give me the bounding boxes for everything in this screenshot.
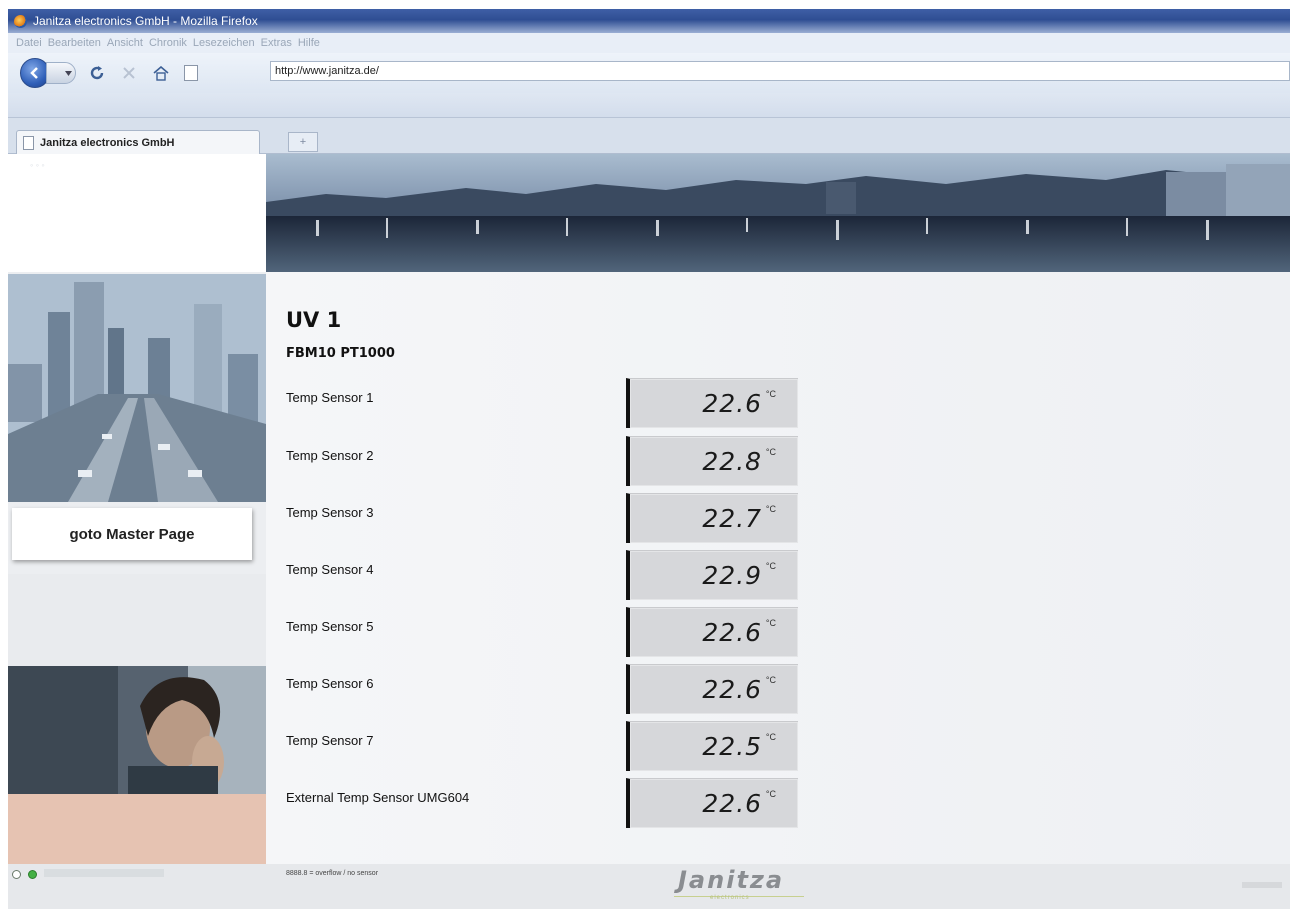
tab-strip: Janitza electronics GmbH + (8, 118, 1290, 154)
sensor-display: 22.6 °C (626, 778, 798, 828)
menu-item-view[interactable]: Ansicht (107, 37, 143, 49)
menu-item-edit[interactable]: Bearbeiten (48, 37, 101, 49)
sensor-display: 22.6 °C (626, 664, 798, 714)
sensor-unit: °C (765, 732, 776, 742)
sensor-value: 22.6 (702, 675, 762, 704)
tab-label: Janitza electronics GmbH (40, 136, 175, 149)
sensor-value: 22.9 (702, 561, 762, 590)
status-bar-left (8, 864, 266, 909)
home-icon (153, 65, 169, 81)
page-subtitle: FBM10 PT1000 (286, 346, 395, 361)
sensor-label: External Temp Sensor UMG604 (286, 790, 470, 805)
sensor-unit: °C (765, 447, 776, 457)
menu-item-tools[interactable]: Extras (261, 37, 292, 49)
bookmarks-toolbar (8, 93, 1290, 118)
overflow-footnote: 8888.8 = overflow / no sensor (286, 870, 379, 877)
left-spacer (8, 574, 266, 666)
sensor-unit: °C (765, 561, 776, 571)
navigation-toolbar: http://www.janitza.de/ (8, 53, 1290, 93)
home-button[interactable] (150, 62, 172, 84)
sensor-value: 22.6 (702, 618, 762, 647)
sensor-unit: °C (765, 675, 776, 685)
sensor-label: Temp Sensor 3 (286, 505, 374, 520)
harbor-night-illustration (266, 154, 1290, 272)
sensor-label: Temp Sensor 4 (286, 562, 374, 577)
stop-button[interactable] (118, 62, 140, 84)
arrow-left-icon (30, 67, 38, 79)
sensor-label: Temp Sensor 6 (286, 676, 374, 691)
sensor-row: Temp Sensor 5 22.6 °C (286, 607, 806, 659)
sensor-unit: °C (765, 389, 776, 399)
sensor-label: Temp Sensor 2 (286, 448, 374, 463)
sensor-value: 22.7 (702, 504, 762, 533)
sensor-value: 22.8 (702, 447, 762, 476)
logo-subtext: electronics (710, 895, 750, 901)
sensor-label: Temp Sensor 7 (286, 733, 374, 748)
sensor-display: 22.9 °C (626, 550, 798, 600)
sensor-unit: °C (765, 618, 776, 628)
sensor-row: Temp Sensor 4 22.9 °C (286, 550, 806, 602)
forward-history-dropdown[interactable] (46, 62, 76, 84)
sensor-display: 22.5 °C (626, 721, 798, 771)
menu-item-file[interactable]: Datei (16, 37, 42, 49)
sensor-row: Temp Sensor 7 22.5 °C (286, 721, 806, 773)
sensor-display: 22.6 °C (626, 607, 798, 657)
window-titlebar: Janitza electronics GmbH - Mozilla Firef… (8, 9, 1290, 33)
menu-bar: Datei Bearbeiten Ansicht Chronik Lesezei… (8, 33, 1290, 53)
sensor-value: 22.6 (702, 789, 762, 818)
janitza-logo: Janitza (678, 866, 785, 894)
menu-item-bookmarks[interactable]: Lesezeichen (193, 37, 255, 49)
status-indicator-ok-icon (28, 870, 37, 879)
logo-area: ◦ ◦ ◦ (8, 154, 266, 272)
city-highway-photo (8, 274, 266, 502)
page-footer: 8888.8 = overflow / no sensor Janitza el… (266, 864, 1290, 909)
goto-master-page-button[interactable]: goto Master Page (12, 508, 252, 560)
sensor-row: External Temp Sensor UMG604 22.6 °C (286, 778, 806, 830)
reload-icon (90, 66, 104, 80)
sensor-row: Temp Sensor 2 22.8 °C (286, 436, 806, 488)
pink-panel (8, 794, 266, 864)
stop-icon (123, 67, 135, 79)
sensor-value: 22.6 (702, 389, 762, 418)
harbor-banner (266, 154, 1290, 272)
sensor-label: Temp Sensor 5 (286, 619, 374, 634)
page-viewport: ◦ ◦ ◦ goto Master Page UV 1 FBM10 PT1000… (8, 154, 1290, 909)
city-illustration (8, 274, 266, 502)
left-column: ◦ ◦ ◦ goto Master Page (8, 154, 266, 909)
page-icon (184, 65, 198, 81)
sensor-display: 22.7 °C (626, 493, 798, 543)
reload-button[interactable] (86, 62, 108, 84)
sensor-unit: °C (765, 789, 776, 799)
window-title: Janitza electronics GmbH - Mozilla Firef… (33, 14, 258, 28)
footer-faint-text (1242, 882, 1282, 888)
main-content: UV 1 FBM10 PT1000 Temp Sensor 1 22.6 °C … (266, 272, 1290, 864)
sensor-row: Temp Sensor 1 22.6 °C (286, 378, 806, 430)
sensor-unit: °C (765, 504, 776, 514)
status-text-faint (44, 869, 164, 877)
woman-illustration (8, 666, 266, 794)
new-tab-button[interactable]: + (288, 132, 318, 152)
sensor-row: Temp Sensor 6 22.6 °C (286, 664, 806, 716)
page-title: UV 1 (286, 308, 342, 332)
menu-item-history[interactable]: Chronik (149, 37, 187, 49)
sensor-display: 22.8 °C (626, 436, 798, 486)
woman-phone-photo (8, 666, 266, 794)
sensor-display: 22.6 °C (626, 378, 798, 428)
sensor-label: Temp Sensor 1 (286, 390, 374, 405)
menu-item-help[interactable]: Hilfe (298, 37, 320, 49)
sensor-row: Temp Sensor 3 22.7 °C (286, 493, 806, 545)
chevron-down-icon (65, 70, 72, 76)
faint-logo: ◦ ◦ ◦ (30, 160, 45, 170)
tab-janitza[interactable]: Janitza electronics GmbH (16, 130, 260, 154)
document-icon (23, 135, 34, 150)
address-bar[interactable]: http://www.janitza.de/ (270, 61, 1290, 81)
status-indicator-idle-icon (12, 870, 21, 879)
sensor-value: 22.5 (702, 732, 762, 761)
firefox-icon (14, 14, 27, 28)
